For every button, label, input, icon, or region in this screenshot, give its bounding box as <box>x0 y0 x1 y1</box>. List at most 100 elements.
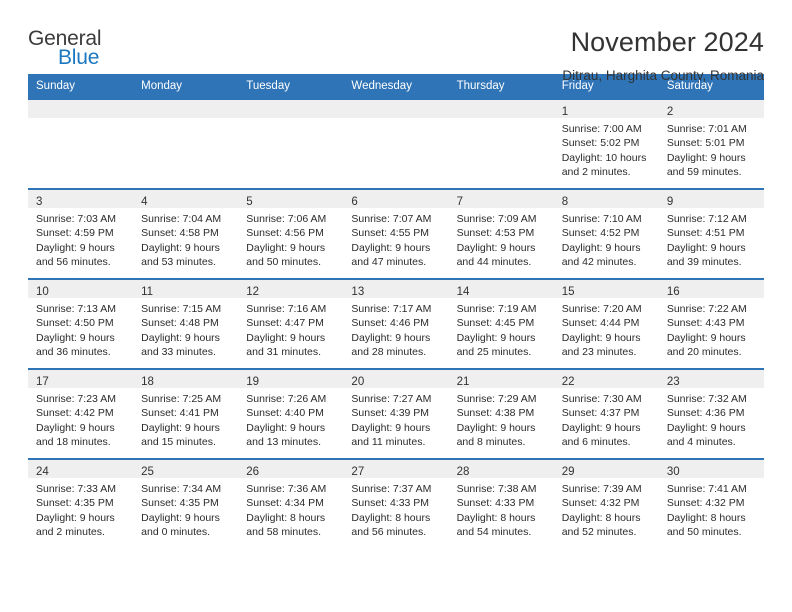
calendar-week-row: 3 Sunrise: 7:03 AM Sunset: 4:59 PM Daylight… <box>28 188 764 278</box>
day-detail-line: Sunrise: 7:03 AM <box>36 213 116 225</box>
day-cell[interactable]: 23 Sunrise: 7:32 AM Sunset: 4:36 PM Dayligh… <box>658 370 764 458</box>
day-detail-line: Daylight: 8 hours <box>666 511 746 524</box>
day-cell[interactable]: 8 Sunrise: 7:10 AM Sunset: 4:52 PM Daylight… <box>553 190 659 278</box>
day-details: Sunrise: 7:20 AM Sunset: 4:44 PM Daylight:… <box>554 298 659 360</box>
day-cell[interactable]: 30 Sunrise: 7:41 AM Sunset: 4:32 PM Dayligh… <box>658 460 764 548</box>
day-cell[interactable]: 15 Sunrise: 7:20 AM Sunset: 4:44 PM Dayligh… <box>553 280 659 368</box>
day-detail-line: Daylight: 9 hours <box>246 241 326 254</box>
day-cell[interactable]: 14 Sunrise: 7:19 AM Sunset: 4:45 PM Dayligh… <box>448 280 554 368</box>
day-detail-line: and 20 minutes. <box>666 346 742 359</box>
day-cell[interactable]: 11 Sunrise: 7:15 AM Sunset: 4:48 PM Dayligh… <box>133 280 239 368</box>
day-detail-line: and 36 minutes. <box>36 346 111 359</box>
day-detail-line: Daylight: 9 hours <box>561 421 641 434</box>
day-detail-line: Sunset: 4:38 PM <box>456 407 535 420</box>
day-details: Sunrise: 7:16 AM Sunset: 4:47 PM Daylight:… <box>238 298 343 360</box>
day-detail-line: Sunset: 4:35 PM <box>141 497 219 510</box>
day-cell[interactable]: 6 Sunrise: 7:07 AM Sunset: 4:55 PM Daylight… <box>343 190 449 278</box>
day-detail-line: and 56 minutes. <box>36 256 111 269</box>
day-cell[interactable]: 24 Sunrise: 7:33 AM Sunset: 4:35 PM Dayligh… <box>28 460 134 548</box>
day-detail-line: Daylight: 8 hours <box>561 511 641 524</box>
day-cell[interactable]: 16 Sunrise: 7:22 AM Sunset: 4:43 PM Dayligh… <box>658 280 764 368</box>
day-detail-line: and 11 minutes. <box>351 436 426 449</box>
day-detail-line: Sunset: 4:48 PM <box>141 317 219 330</box>
calendar-grid: Sunday Monday Tuesday Wednesday Thursday Frid… <box>28 74 764 548</box>
day-number-band: 29 <box>553 460 659 478</box>
day-number: 5 <box>246 196 253 208</box>
day-detail-line: Daylight: 9 hours <box>561 241 641 254</box>
day-detail-line: and 44 minutes. <box>456 256 532 269</box>
day-cell[interactable]: 1 Sunrise: 7:00 AM Sunset: 5:02 PM Daylight… <box>553 100 659 188</box>
day-cell-empty <box>28 100 134 188</box>
day-detail-line: Sunset: 4:40 PM <box>246 407 324 420</box>
day-detail-line: Sunset: 4:47 PM <box>246 317 324 330</box>
day-cell[interactable]: 26 Sunrise: 7:36 AM Sunset: 4:34 PM Dayligh… <box>238 460 344 548</box>
day-cell[interactable]: 28 Sunrise: 7:38 AM Sunset: 4:33 PM Dayligh… <box>448 460 554 548</box>
day-cell[interactable]: 21 Sunrise: 7:29 AM Sunset: 4:38 PM Dayligh… <box>448 370 554 458</box>
day-detail-line: Sunset: 4:52 PM <box>561 227 640 240</box>
day-detail-line: Sunrise: 7:19 AM <box>456 303 537 315</box>
day-detail-line: Sunrise: 7:06 AM <box>246 213 327 225</box>
day-details: Sunrise: 7:38 AM Sunset: 4:33 PM Daylight:… <box>449 478 554 540</box>
day-detail-line: Daylight: 9 hours <box>36 511 115 524</box>
day-cell[interactable]: 3 Sunrise: 7:03 AM Sunset: 4:59 PM Daylight… <box>28 190 134 278</box>
day-detail-line: Sunrise: 7:23 AM <box>36 393 116 405</box>
day-cell[interactable]: 12 Sunrise: 7:16 AM Sunset: 4:47 PM Dayligh… <box>238 280 344 368</box>
day-cell[interactable]: 22 Sunrise: 7:30 AM Sunset: 4:37 PM Dayligh… <box>553 370 659 458</box>
day-detail-line: Sunrise: 7:27 AM <box>351 393 432 405</box>
day-number: 25 <box>141 466 154 478</box>
day-details: Sunrise: 7:36 AM Sunset: 4:34 PM Daylight:… <box>238 478 343 540</box>
day-detail-line: and 50 minutes. <box>666 526 742 539</box>
day-detail-line: and 31 minutes. <box>246 346 321 359</box>
day-detail-line: Daylight: 9 hours <box>666 421 746 434</box>
day-cell-empty <box>238 100 344 188</box>
day-detail-line: and 6 minutes. <box>561 436 631 449</box>
day-detail-line: Sunset: 4:50 PM <box>36 317 114 330</box>
page-title: November 2024 <box>570 27 764 57</box>
day-number: 7 <box>456 196 463 208</box>
day-cell[interactable]: 17 Sunrise: 7:23 AM Sunset: 4:42 PM Dayligh… <box>28 370 134 458</box>
day-number: 17 <box>36 376 49 388</box>
day-cell[interactable]: 29 Sunrise: 7:39 AM Sunset: 4:32 PM Dayligh… <box>553 460 659 548</box>
day-detail-line: and 25 minutes. <box>456 346 532 359</box>
day-detail-line: Daylight: 9 hours <box>36 241 115 254</box>
brand-logo[interactable]: General Blue <box>28 26 158 76</box>
weekday-header-wednesday: Wednesday <box>351 80 412 92</box>
day-cell[interactable]: 2 Sunrise: 7:01 AM Sunset: 5:01 PM Daylight… <box>658 100 764 188</box>
day-number: 1 <box>561 106 569 118</box>
day-cell[interactable]: 9 Sunrise: 7:12 AM Sunset: 4:51 PM Daylight… <box>658 190 764 278</box>
day-detail-line: Daylight: 9 hours <box>351 421 431 434</box>
day-cell[interactable]: 10 Sunrise: 7:13 AM Sunset: 4:50 PM Dayligh… <box>28 280 134 368</box>
day-details: Sunrise: 7:25 AM Sunset: 4:41 PM Daylight:… <box>133 388 238 450</box>
day-detail-line: and 58 minutes. <box>246 526 321 539</box>
day-cell[interactable]: 7 Sunrise: 7:09 AM Sunset: 4:53 PM Daylight… <box>448 190 554 278</box>
day-number-band: 12 <box>238 280 344 298</box>
day-detail-line: Sunset: 4:36 PM <box>666 407 745 420</box>
day-cell[interactable]: 5 Sunrise: 7:06 AM Sunset: 4:56 PM Daylight… <box>238 190 344 278</box>
day-number-band: 10 <box>28 280 134 298</box>
day-cell[interactable]: 27 Sunrise: 7:37 AM Sunset: 4:33 PM Dayligh… <box>343 460 449 548</box>
day-cell[interactable]: 19 Sunrise: 7:26 AM Sunset: 4:40 PM Dayligh… <box>238 370 344 458</box>
day-detail-line: Sunset: 4:55 PM <box>351 227 430 240</box>
day-details: Sunrise: 7:33 AM Sunset: 4:35 PM Daylight:… <box>28 478 133 540</box>
day-details: Sunrise: 7:15 AM Sunset: 4:48 PM Daylight:… <box>133 298 238 360</box>
day-cell[interactable]: 25 Sunrise: 7:34 AM Sunset: 4:35 PM Dayligh… <box>133 460 239 548</box>
day-cell[interactable]: 4 Sunrise: 7:04 AM Sunset: 4:58 PM Daylight… <box>133 190 239 278</box>
weekday-header-sunday: Sunday <box>36 80 76 92</box>
day-details: Sunrise: 7:10 AM Sunset: 4:52 PM Daylight:… <box>554 208 659 270</box>
day-number-band: 21 <box>448 370 554 388</box>
day-detail-line: Sunrise: 7:26 AM <box>246 393 327 405</box>
day-detail-line: Sunset: 4:35 PM <box>36 497 114 510</box>
day-number: 2 <box>666 106 674 118</box>
day-detail-line: Sunrise: 7:38 AM <box>456 483 537 495</box>
day-number: 24 <box>36 466 49 478</box>
day-cell[interactable]: 18 Sunrise: 7:25 AM Sunset: 4:41 PM Dayligh… <box>133 370 239 458</box>
day-number-band: 3 <box>28 190 134 208</box>
day-detail-line: and 33 minutes. <box>141 346 216 359</box>
day-cell[interactable]: 20 Sunrise: 7:27 AM Sunset: 4:39 PM Dayligh… <box>343 370 449 458</box>
day-details: Sunrise: 7:27 AM Sunset: 4:39 PM Daylight:… <box>343 388 448 450</box>
day-detail-line: Sunrise: 7:16 AM <box>246 303 327 315</box>
day-detail-line: Sunset: 4:32 PM <box>666 497 745 510</box>
day-cell[interactable]: 13 Sunrise: 7:17 AM Sunset: 4:46 PM Dayligh… <box>343 280 449 368</box>
day-detail-line: Sunset: 5:01 PM <box>666 137 745 150</box>
day-number-band: 27 <box>343 460 449 478</box>
